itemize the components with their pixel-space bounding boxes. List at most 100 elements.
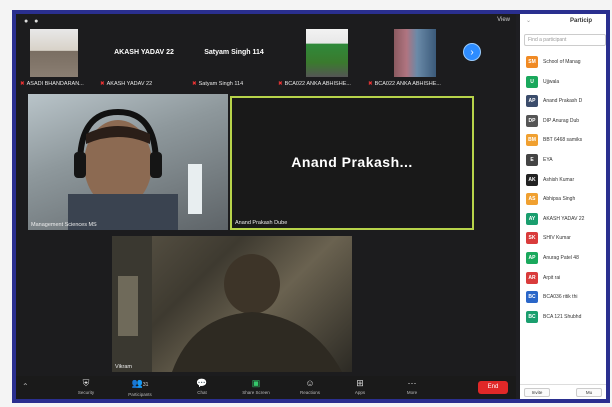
thumbnail-name: AKASH YADAV 22 [114, 49, 174, 56]
participant-name: School of Manag [543, 59, 581, 65]
participant-list-item[interactable]: SM School of Manag [526, 54, 606, 74]
avatar: SK [526, 232, 538, 245]
participant-thumbnail[interactable]: AKASH YADAV 22 [104, 29, 184, 77]
participant-thumbnail[interactable] [306, 29, 348, 77]
participant-list-item[interactable]: U Ujjwala [526, 74, 606, 94]
apps-button[interactable]: ⊞ Apps [340, 378, 380, 396]
thumbnail-label: ✖ ASADI BHANDARAN... [20, 81, 84, 87]
video-tile-speaker[interactable]: Management Sciences MS [28, 94, 228, 230]
participant-list-item[interactable]: BC BCA 121 Shubhd [526, 309, 606, 329]
participant-list-item[interactable]: BM BBT 6468 samiks [526, 132, 606, 152]
video-tile-participant[interactable]: Vikram [112, 236, 352, 372]
participant-list-item[interactable]: DP DIP Anurag Dub [526, 113, 606, 133]
mic-muted-icon: ✖ [278, 81, 283, 87]
participant-list-item[interactable]: AP Anand Prakash D [526, 93, 606, 113]
participant-name: AKASH YADAV 22 [543, 215, 585, 222]
chevron-up-icon[interactable]: ⌃ [22, 382, 29, 391]
share-screen-button[interactable]: ▣ Share Screen [236, 378, 276, 396]
participant-name: BCA 121 Shubhd [543, 313, 582, 320]
apps-icon: ⊞ [356, 378, 364, 388]
reactions-icon: ☺ [305, 378, 315, 388]
person-video-icon [112, 236, 342, 372]
filmstrip: AKASH YADAV 22 Satyam Singh 114 ✖ ASADI B… [16, 29, 516, 91]
shield-icon: ⛨ [82, 378, 90, 388]
tile-name-label: Anand Prakash Dube [235, 220, 288, 226]
zoom-meeting-window: ● ● View AKASH YADAV 22 Satyam Singh 114… [16, 14, 516, 399]
avatar: AY [526, 212, 538, 225]
view-button[interactable]: View [497, 17, 510, 23]
participants-panel: ⌄ Particip Find a participant SM School o… [520, 14, 606, 399]
meeting-toolbar: ⌃ ⛨ Security 👥31 Participants 💬 Chat ▣ S… [16, 376, 516, 399]
more-icon: ⋯ [407, 378, 417, 388]
participant-name: BBT 6468 samiks [543, 137, 583, 144]
reactions-button[interactable]: ☺ Reactions [290, 378, 330, 396]
participant-display-name: Anand Prakash... [291, 154, 413, 170]
participant-name: Arpit rai [543, 274, 561, 281]
avatar: AK [526, 173, 538, 186]
person-with-headphones-icon [68, 108, 202, 230]
thumbnail-label: ✖ BCA022 ANKA ABHISHE... [368, 81, 441, 87]
participants-icon: 👥31 [131, 378, 149, 388]
chevron-down-icon[interactable]: ⌄ [526, 17, 531, 24]
participant-list-item[interactable]: AR Arpit rai [526, 270, 606, 290]
video-tile-name-only[interactable]: Anand Prakash... Anand Prakash Dube [230, 96, 474, 230]
participant-list-item[interactable]: AP Anurag Patel 48 [526, 250, 606, 270]
top-bar: ● ● View [16, 14, 516, 28]
participant-name: SHIV Kumar [543, 235, 571, 242]
tile-name-label: Management Sciences MS [31, 222, 97, 228]
avatar: BC [526, 310, 538, 323]
participant-list: SM School of Manag U Ujjwala AP Anand Prakash… [526, 54, 606, 328]
avatar: DP [526, 114, 538, 127]
chat-icon: 💬 [196, 378, 208, 388]
thumbnail-label: ✖ BCA022 ANKA ABHISHE... [278, 81, 351, 87]
avatar: BC [526, 291, 538, 304]
tile-name-label: Vikram [115, 364, 133, 370]
mic-muted-icon: ✖ [20, 81, 25, 87]
panel-title: Particip [570, 18, 593, 24]
avatar: AP [526, 95, 538, 108]
thumbnail-name: Satyam Singh 114 [204, 49, 264, 56]
participant-list-item[interactable]: BC BCA036 ritik thi [526, 289, 606, 309]
more-button[interactable]: ⋯ More [392, 378, 432, 396]
thumbnail-label: ✖ AKASH YADAV 22 [100, 81, 153, 87]
participant-name: Ujjwala [543, 78, 560, 85]
panel-footer: Invite Mu [520, 384, 606, 399]
participant-list-item[interactable]: E EYA [526, 152, 606, 172]
participants-button[interactable]: 👥31 Participants [120, 378, 160, 398]
participant-name: DIP Anurag Dub [543, 117, 580, 124]
participant-name: EYA [543, 156, 553, 163]
avatar: AP [526, 251, 538, 264]
avatar: AR [526, 271, 538, 284]
participant-thumbnail[interactable] [394, 29, 436, 77]
participant-name: Ashish Kumar [543, 176, 575, 183]
participant-list-item[interactable]: AY AKASH YADAV 22 [526, 211, 606, 231]
avatar: SM [526, 56, 538, 68]
participant-list-item[interactable]: AK Ashish Kumar [526, 172, 606, 192]
photo-frame: ● ● View AKASH YADAV 22 Satyam Singh 114… [12, 10, 610, 403]
mic-muted-icon: ✖ [100, 81, 105, 87]
next-page-arrow-icon[interactable]: › [463, 43, 481, 61]
participant-name: Abhipsa Singh [543, 196, 576, 203]
chat-button[interactable]: 💬 Chat [182, 378, 222, 396]
participant-list-item[interactable]: AS Abhipsa Singh [526, 191, 606, 211]
avatar: BM [526, 134, 538, 147]
end-meeting-button[interactable]: End [478, 381, 508, 394]
mute-all-button[interactable]: Mu [576, 388, 602, 397]
participant-name: BCA036 ritik thi [543, 294, 578, 301]
participant-thumbnail[interactable] [30, 29, 78, 77]
invite-button[interactable]: Invite [524, 388, 550, 397]
participant-name: Anurag Patel 48 [543, 254, 579, 261]
participant-thumbnail[interactable]: Satyam Singh 114 [194, 29, 274, 77]
mic-muted-icon: ✖ [192, 81, 197, 87]
window-controls-icon[interactable]: ● ● [24, 18, 40, 25]
mic-muted-icon: ✖ [368, 81, 373, 87]
participant-search-input[interactable]: Find a participant [524, 34, 606, 46]
avatar: AS [526, 193, 538, 206]
thumbnail-label: ✖ Satyam Singh 114 [192, 81, 244, 87]
participant-name: Anand Prakash D [543, 98, 583, 105]
security-button[interactable]: ⛨ Security [66, 378, 106, 396]
participant-list-item[interactable]: SK SHIV Kumar [526, 230, 606, 250]
avatar: U [526, 75, 538, 88]
avatar: E [526, 153, 538, 166]
share-screen-icon: ▣ [251, 378, 261, 388]
